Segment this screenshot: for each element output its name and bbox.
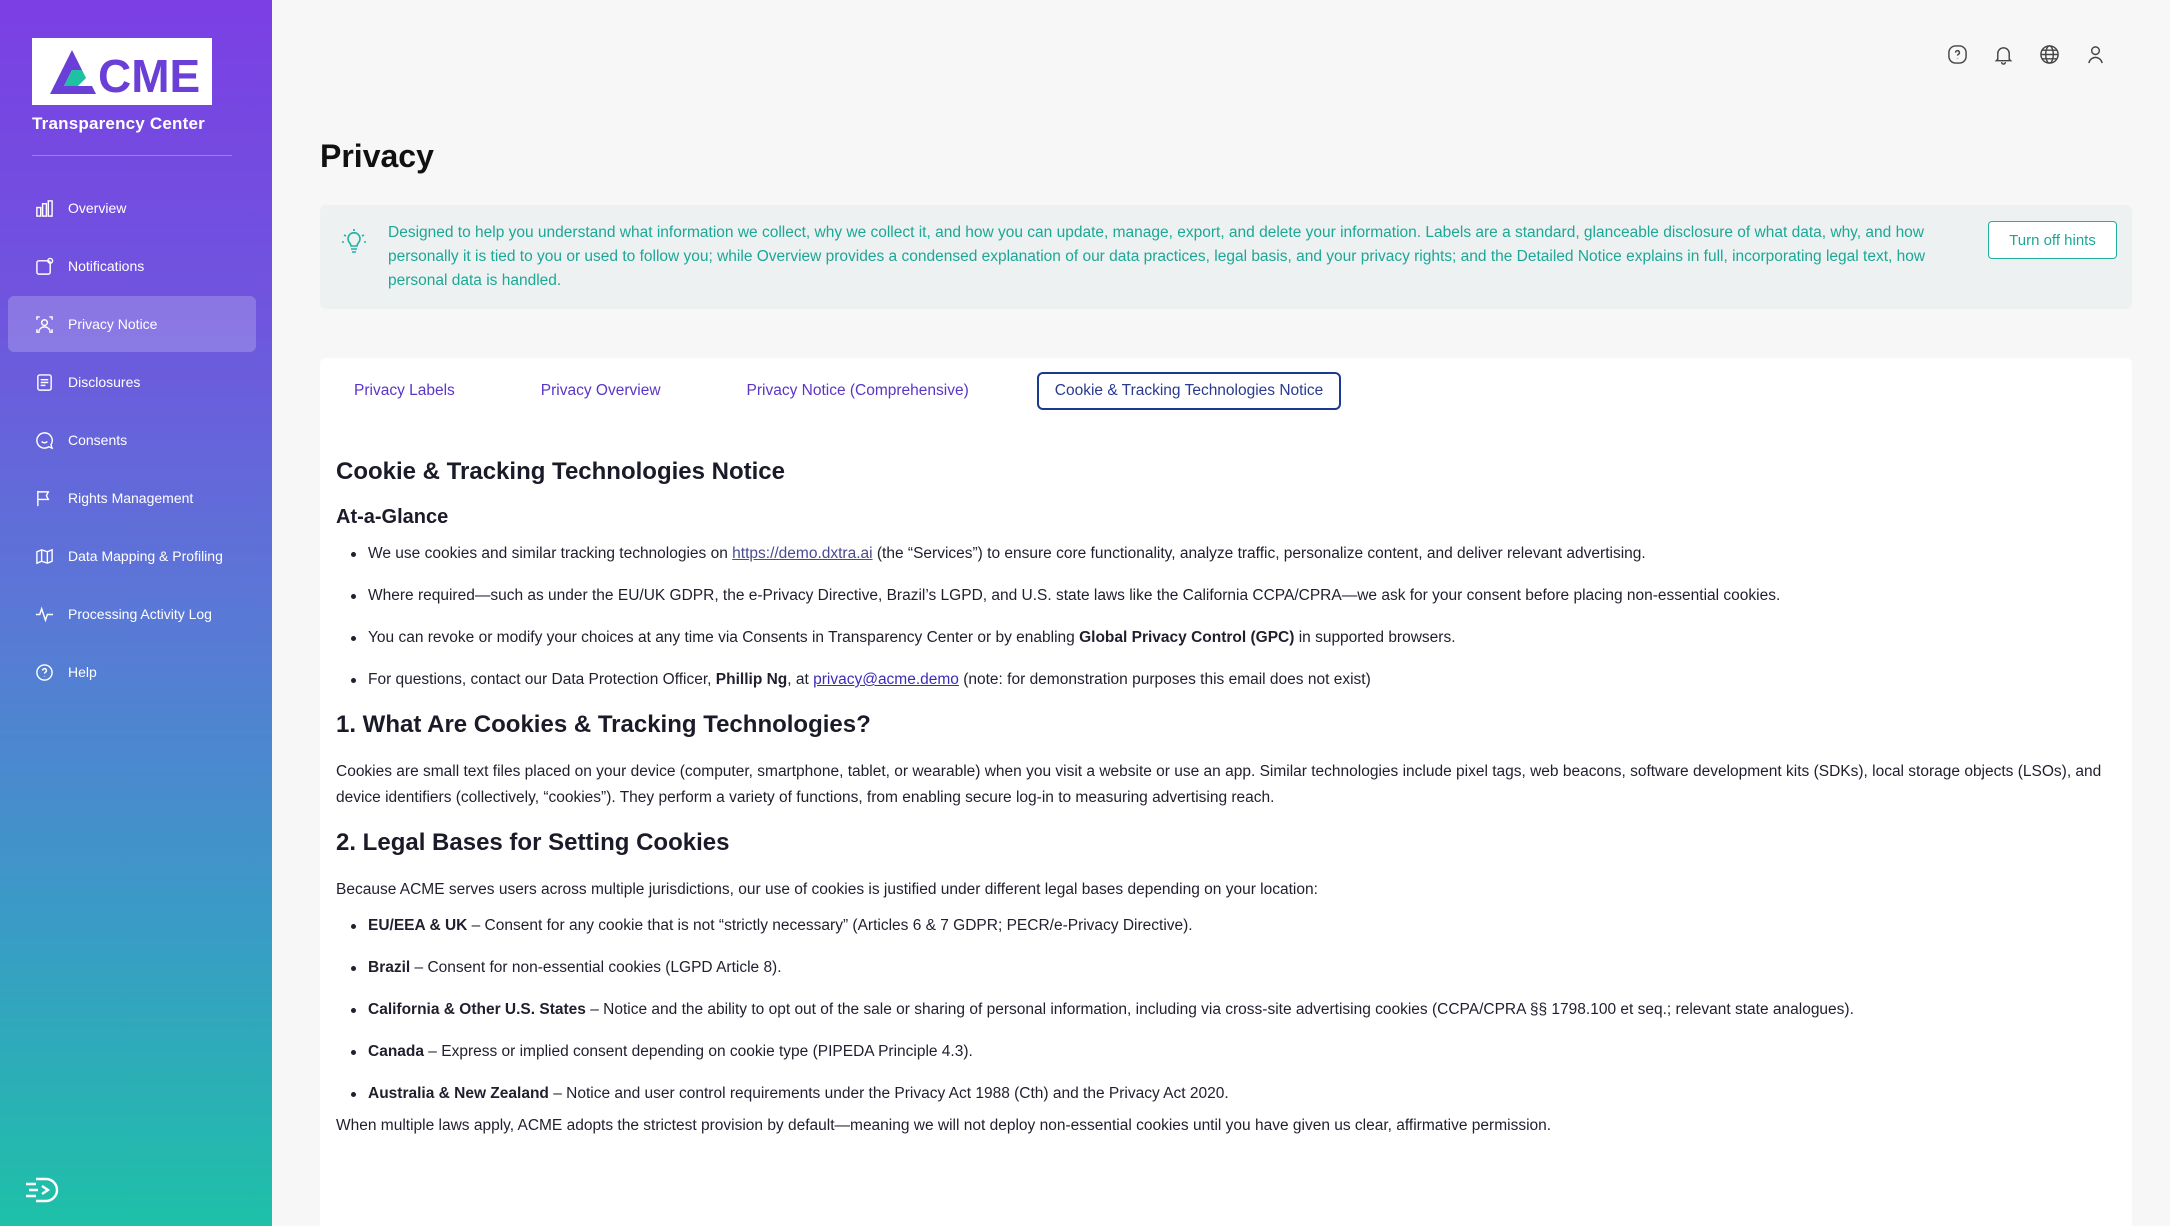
chart-icon: [34, 198, 54, 218]
notice-content: Cookie & Tracking Technologies Notice At…: [336, 458, 2116, 1145]
dpo-email-link[interactable]: privacy@acme.demo: [813, 671, 959, 688]
notification-icon: [34, 256, 54, 276]
sidebar-item-help[interactable]: Help: [8, 644, 256, 700]
sidebar-item-label: Overview: [68, 200, 127, 216]
document-icon: [34, 372, 54, 392]
user-icon[interactable]: [2072, 40, 2118, 68]
list-item: EU/EEA & UK – Consent for any cookie tha…: [336, 915, 2116, 937]
services-link[interactable]: https://demo.dxtra.ai: [732, 545, 872, 562]
top-toolbar: [1934, 40, 2118, 68]
brand-divider: [32, 155, 232, 156]
section-2-outro: When multiple laws apply, ACME adopts th…: [336, 1117, 1552, 1134]
section-2-intro: Because ACME serves users across multipl…: [336, 881, 1318, 898]
globe-icon[interactable]: [2026, 40, 2072, 68]
tab-bar: Privacy Labels Privacy Overview Privacy …: [320, 372, 1342, 412]
tab-privacy-labels[interactable]: Privacy Labels: [336, 372, 473, 410]
at-a-glance-heading: At-a-Glance: [336, 506, 449, 528]
sidebar-item-label: Consents: [68, 432, 128, 448]
turn-off-hints-button[interactable]: Turn off hints: [1988, 221, 2117, 259]
notice-card: Privacy Labels Privacy Overview Privacy …: [320, 358, 2132, 1226]
hint-text: Designed to help you understand what inf…: [388, 224, 1926, 289]
flag-icon: [34, 488, 54, 508]
sidebar-item-label: Rights Management: [68, 490, 194, 506]
list-item: We use cookies and similar tracking tech…: [336, 543, 2116, 565]
list-item: For questions, contact our Data Protecti…: [336, 669, 2116, 691]
privacy-icon: [34, 314, 54, 334]
sidebar-item-overview[interactable]: Overview: [8, 180, 256, 236]
page-title: Privacy: [320, 138, 434, 174]
sidebar-item-disclosures[interactable]: Disclosures: [8, 354, 256, 410]
tab-privacy-notice-comprehensive[interactable]: Privacy Notice (Comprehensive): [729, 372, 987, 410]
notice-title: Cookie & Tracking Technologies Notice: [336, 458, 785, 485]
acme-logo[interactable]: CME: [32, 38, 212, 105]
section-1-text: Cookies are small text files placed on y…: [336, 763, 2102, 806]
sidebar-item-consents[interactable]: Consents: [8, 412, 256, 468]
section-1-heading: 1. What Are Cookies & Tracking Technolog…: [336, 711, 871, 738]
help-icon[interactable]: [1934, 40, 1980, 68]
sidebar-nav: Overview Notifications Privacy Notice Di…: [8, 180, 256, 702]
list-item: Canada – Express or implied consent depe…: [336, 1041, 2116, 1063]
sidebar-item-notifications[interactable]: Notifications: [8, 238, 256, 294]
dxtra-logo: [24, 1176, 64, 1204]
map-icon: [34, 546, 54, 566]
lightbulb-icon: [340, 227, 368, 255]
list-item: Where required—such as under the EU/UK G…: [336, 585, 2116, 607]
sidebar-item-label: Help: [68, 664, 97, 680]
sidebar-item-label: Processing Activity Log: [68, 606, 212, 622]
section-2-heading: 2. Legal Bases for Setting Cookies: [336, 829, 730, 856]
hint-banner: Designed to help you understand what inf…: [320, 205, 2132, 309]
bell-icon[interactable]: [1980, 40, 2026, 68]
list-item: Australia & New Zealand – Notice and use…: [336, 1083, 2116, 1105]
tab-privacy-overview[interactable]: Privacy Overview: [523, 372, 679, 410]
list-item: California & Other U.S. States – Notice …: [336, 999, 2116, 1021]
list-item: Brazil – Consent for non-essential cooki…: [336, 957, 2116, 979]
at-a-glance-list: We use cookies and similar tracking tech…: [336, 543, 2116, 691]
sidebar-item-rights-management[interactable]: Rights Management: [8, 470, 256, 526]
help-icon: [34, 662, 54, 682]
sidebar-item-data-mapping[interactable]: Data Mapping & Profiling: [8, 528, 256, 584]
tab-cookie-tracking-notice[interactable]: Cookie & Tracking Technologies Notice: [1036, 372, 1342, 410]
sidebar-item-label: Privacy Notice: [68, 316, 158, 332]
sidebar-item-processing-activity-log[interactable]: Processing Activity Log: [8, 586, 256, 642]
sidebar-item-label: Notifications: [68, 258, 145, 274]
svg-text:CME: CME: [98, 50, 200, 100]
legal-bases-list: EU/EEA & UK – Consent for any cookie tha…: [336, 915, 2116, 1105]
sidebar-item-privacy-notice[interactable]: Privacy Notice: [8, 296, 256, 352]
brand-subtitle: Transparency Center: [32, 114, 205, 133]
sidebar: CME Transparency Center Overview Notific…: [0, 0, 272, 1226]
chat-icon: [34, 430, 54, 450]
sidebar-item-label: Disclosures: [68, 374, 141, 390]
sidebar-item-label: Data Mapping & Profiling: [68, 548, 223, 564]
list-item: You can revoke or modify your choices at…: [336, 627, 2116, 649]
activity-icon: [34, 604, 54, 624]
